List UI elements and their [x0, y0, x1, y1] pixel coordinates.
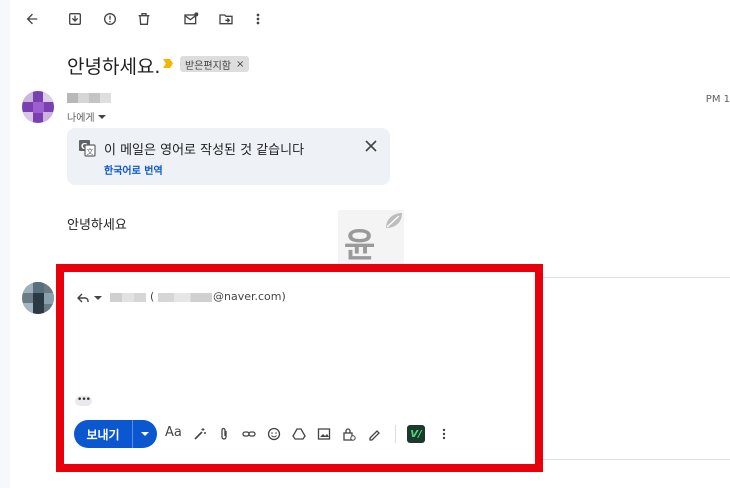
confidential-mode-icon[interactable] [341, 426, 357, 442]
leaf-icon [386, 213, 402, 228]
left-sidebar-edge [0, 0, 10, 488]
delete-icon[interactable] [134, 9, 154, 29]
move-to-icon[interactable] [216, 9, 236, 29]
translate-to-korean-link[interactable]: 한국어로 번역 [104, 162, 163, 177]
magic-wand-icon[interactable] [192, 426, 208, 442]
translate-message: 이 메일은 영어로 작성된 것 같습니다 [104, 143, 305, 158]
recipient-label: 나에게 [67, 113, 95, 124]
email-subject: 안녕하세요. [67, 56, 161, 78]
chevron-down-icon [94, 296, 102, 300]
back-arrow-icon[interactable] [22, 9, 42, 29]
insert-link-icon[interactable] [241, 426, 257, 442]
more-options-icon[interactable] [436, 426, 452, 442]
toolbar-separator [395, 425, 396, 443]
report-spam-icon[interactable] [100, 9, 120, 29]
drive-icon[interactable] [291, 426, 307, 442]
recipient-name-redacted [110, 293, 146, 302]
sender-name-redacted [67, 93, 111, 103]
sender-avatar[interactable] [22, 91, 54, 123]
recipient-paren: ( [150, 290, 155, 303]
important-marker-icon[interactable] [163, 59, 173, 68]
recipient-email-domain[interactable]: @naver.com) [213, 290, 286, 303]
email-time: PM 1 [705, 94, 730, 105]
svg-text:文: 文 [87, 147, 94, 156]
translate-icon: G 文 [79, 140, 96, 157]
archive-icon[interactable] [65, 9, 85, 29]
my-avatar[interactable] [22, 282, 54, 314]
watermark-text: 윤 [344, 226, 376, 266]
extension-icon[interactable]: V/ [407, 425, 425, 443]
translate-banner: G 文 이 메일은 영어로 작성된 것 같습니다 한국어로 번역 [67, 128, 390, 185]
inbox-label-chip[interactable]: 받은편지함 × [180, 56, 250, 72]
recipient-details-toggle[interactable]: 나에게 [67, 109, 106, 124]
more-vert-icon[interactable] [248, 9, 268, 29]
send-button-group: 보내기 [74, 420, 157, 448]
show-trimmed-content-button[interactable]: ••• [75, 396, 92, 406]
recipient-email-redacted [158, 293, 212, 302]
thread-divider-bottom [543, 459, 730, 460]
formatting-options-button[interactable]: Aa [165, 425, 182, 440]
signature-pen-icon[interactable] [366, 426, 382, 442]
send-button[interactable]: 보내기 [74, 420, 132, 448]
mark-unread-icon[interactable] [181, 9, 201, 29]
chevron-down-icon [97, 114, 106, 119]
reply-icon [77, 293, 89, 303]
attach-file-icon[interactable] [216, 426, 232, 442]
remove-label-icon[interactable]: × [236, 59, 244, 70]
inbox-label-text: 받은편지함 [185, 60, 231, 72]
emoji-icon[interactable] [266, 426, 282, 442]
insert-photo-icon[interactable] [316, 426, 332, 442]
close-icon[interactable] [364, 139, 378, 153]
watermark-logo: 윤 [338, 210, 404, 268]
email-body: 안녕하세요 [67, 218, 127, 233]
reply-type-toggle[interactable] [76, 291, 102, 305]
send-options-button[interactable] [133, 420, 157, 448]
chevron-down-icon [141, 432, 149, 436]
